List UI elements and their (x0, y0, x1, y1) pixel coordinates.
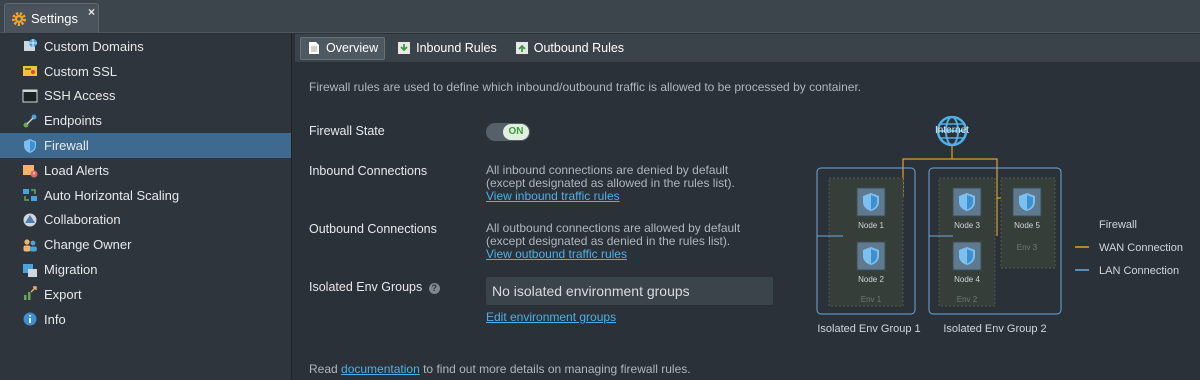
legend-lan-label: LAN Connection (1099, 265, 1179, 277)
node-1-label: Node 1 (858, 221, 884, 230)
sidebar-item-migration[interactable]: Migration (0, 257, 291, 282)
toggle-on-label: ON (503, 124, 529, 140)
alert-icon (23, 165, 38, 178)
footer-text: Read documentation to find out more deta… (309, 362, 691, 376)
subtab-bar: Overview Inbound Rules Outbound Rules (295, 34, 1200, 62)
top-tab-bar: Settings × (0, 0, 1200, 33)
sidebar-item-info[interactable]: Info (0, 307, 291, 332)
settings-tab-label: Settings (31, 11, 78, 26)
node-5-label: Node 5 (1014, 221, 1040, 230)
sidebar-item-auto-horizontal-scaling[interactable]: Auto Horizontal Scaling (0, 183, 291, 208)
view-inbound-rules-link[interactable]: View inbound traffic rules (486, 190, 735, 203)
tab-overview[interactable]: Overview (300, 36, 386, 60)
info-icon (23, 312, 37, 326)
inbound-icon (398, 42, 411, 54)
node-1 (856, 187, 886, 217)
sidebar-item-collaboration[interactable]: Collaboration (0, 208, 291, 233)
internet-label: Internet (935, 125, 969, 136)
settings-sidebar: Custom Domains Custom SSL SSH Access End… (0, 34, 292, 380)
sidebar-item-export[interactable]: Export (0, 282, 291, 307)
firewall-panel: Overview Inbound Rules Outbound Rules Fi… (295, 34, 1200, 380)
terminal-icon (22, 89, 38, 103)
outbound-connections-label: Outbound Connections (309, 222, 437, 236)
help-icon[interactable]: ? (428, 283, 440, 294)
outbound-icon (515, 42, 528, 54)
inbound-description: All inbound connections are denied by de… (486, 164, 735, 203)
scaling-icon (23, 189, 37, 202)
isolated-env-groups-row: Isolated Env Groups ? (309, 280, 440, 294)
intro-text: Firewall rules are used to define which … (309, 80, 862, 94)
sidebar-item-load-alerts[interactable]: Load Alerts (0, 158, 291, 183)
env-1-label: Env 1 (861, 295, 882, 304)
legend-firewall-label: Firewall (1099, 219, 1137, 231)
node-3 (952, 187, 982, 217)
node-2-label: Node 2 (858, 275, 884, 284)
edit-environment-groups-link[interactable]: Edit environment groups (486, 310, 616, 324)
legend-wan-label: WAN Connection (1099, 242, 1183, 254)
env-2-label: Env 2 (957, 295, 978, 304)
isolated-env-groups-label: Isolated Env Groups (309, 280, 423, 294)
node-5 (1012, 187, 1042, 217)
globe-domain-icon (24, 39, 37, 52)
gear-icon (12, 11, 26, 26)
inbound-connections-label: Inbound Connections (309, 164, 428, 178)
sidebar-item-endpoints[interactable]: Endpoints (0, 108, 291, 133)
document-icon (309, 42, 319, 54)
edit-groups-container: Edit environment groups (486, 311, 616, 324)
view-outbound-rules-link[interactable]: View outbound traffic rules (486, 248, 740, 261)
footer-suffix: to find out more details on managing fir… (419, 362, 691, 376)
group-1-label: Isolated Env Group 1 (817, 323, 920, 335)
isolated-groups-field: No isolated environment groups (486, 277, 773, 305)
firewall-state-label: Firewall State (309, 124, 385, 138)
node-2 (856, 241, 886, 271)
node-4-label: Node 4 (954, 275, 980, 284)
tab-inbound-rules[interactable]: Inbound Rules (391, 37, 503, 60)
documentation-link[interactable]: documentation (341, 362, 420, 376)
sidebar-item-ssh-access[interactable]: SSH Access (0, 84, 291, 109)
group-2-label: Isolated Env Group 2 (943, 323, 1046, 335)
node-3-label: Node 3 (954, 221, 980, 230)
firewall-diagram: Internet Node 1 Node 2 Node 3 Node 4 Nod… (816, 116, 1183, 335)
export-icon (24, 286, 37, 301)
footer-prefix: Read (309, 362, 342, 376)
shield-icon (24, 138, 36, 153)
sidebar-item-custom-ssl[interactable]: Custom SSL (0, 59, 291, 84)
tab-outbound-rules[interactable]: Outbound Rules (509, 37, 630, 60)
env-3-label: Env 3 (1017, 243, 1038, 252)
sidebar-item-custom-domains[interactable]: Custom Domains (0, 34, 291, 59)
firewall-state-toggle[interactable]: ON (486, 123, 530, 141)
close-icon[interactable]: × (88, 5, 95, 19)
certificate-icon (23, 66, 37, 77)
sidebar-item-change-owner[interactable]: Change Owner (0, 232, 291, 257)
diagram-legend: Firewall WAN Connection LAN Connection (1075, 219, 1183, 277)
node-4 (952, 241, 982, 271)
outbound-description: All outbound connections are allowed by … (486, 222, 740, 261)
settings-tab[interactable]: Settings × (4, 3, 99, 33)
endpoints-icon (23, 114, 37, 128)
migration-icon (23, 263, 37, 277)
sidebar-item-firewall[interactable]: Firewall (0, 133, 291, 158)
collaboration-icon (23, 213, 37, 227)
users-icon (23, 239, 37, 252)
